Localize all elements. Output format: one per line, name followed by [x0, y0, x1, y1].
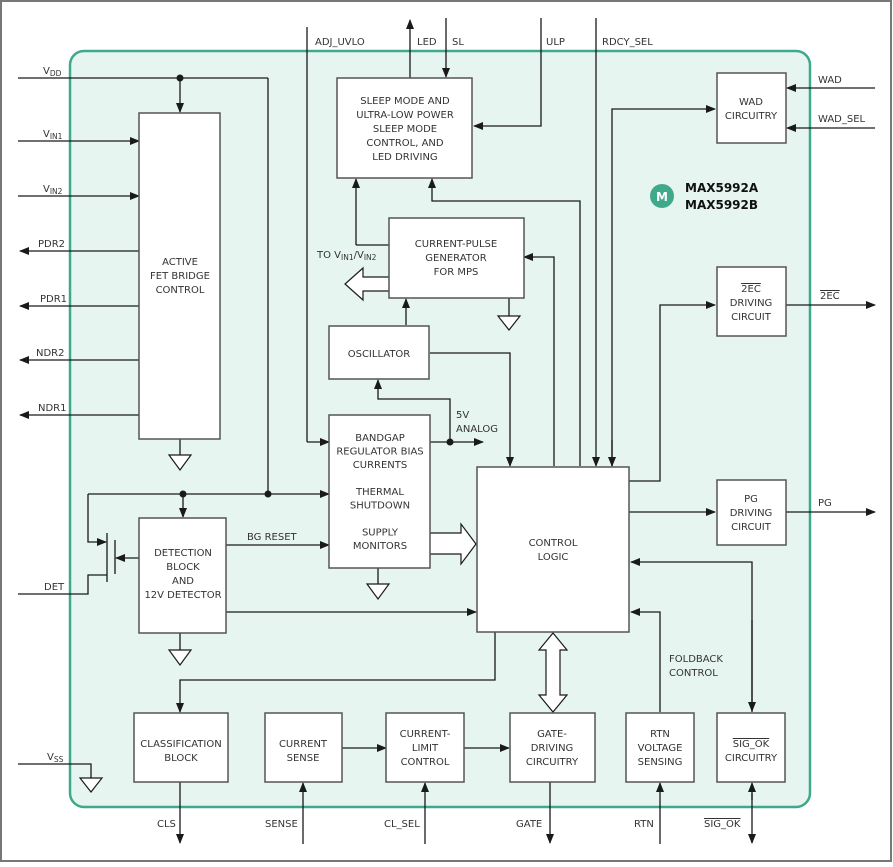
wad-label-line: WAD — [739, 97, 763, 108]
pg-driving-label-line: PG — [744, 494, 758, 505]
sleep-label-line: SLEEP MODE — [373, 124, 437, 135]
pdr2-label: PDR2 — [38, 239, 65, 250]
current-pulse-label-line: FOR MPS — [434, 267, 479, 278]
adj-uvlo-label: ADJ_UVLO — [315, 37, 365, 48]
sleep-label-line: LED DRIVING — [372, 152, 437, 163]
ec-driving-label-line: 2EC — [741, 284, 761, 295]
bandgap-label-line: REGULATOR BIAS — [336, 447, 423, 458]
detection-label-line: BLOCK — [166, 562, 200, 573]
bandgap-label-line: SUPPLY — [362, 528, 399, 539]
diagram-canvas: ACTIVE FET BRIDGE CONTROL SLEEP MODE AND ULT… — [0, 0, 892, 862]
current-pulse-label-line: CURRENT-PULSE — [415, 239, 497, 250]
5v-analog-label-2: ANALOG — [456, 424, 498, 435]
wad-sel-label: WAD_SEL — [818, 114, 866, 125]
bandgap-label-line: MONITORS — [353, 541, 407, 552]
5v-junction — [446, 438, 454, 446]
foldback-label-2: CONTROL — [669, 668, 718, 679]
detection-label-line: 12V DETECTOR — [144, 590, 221, 601]
classification-label-line: BLOCK — [164, 753, 198, 764]
gate-label: GATE — [516, 819, 542, 830]
control-logic-label-line: CONTROL — [529, 538, 578, 549]
ndr2-label: NDR2 — [36, 348, 65, 359]
classification-label-line: CLASSIFICATION — [140, 739, 221, 750]
ec-driving-label-line: CIRCUIT — [731, 312, 772, 323]
ec-driving-label-line: DRIVING — [730, 298, 773, 309]
current-sense-label-line: CURRENT — [279, 739, 328, 750]
bg-reset-label: BG RESET — [247, 532, 298, 543]
part-number-b: MAX5992B — [685, 198, 758, 212]
sleep-label-line: SLEEP MODE AND — [360, 96, 450, 107]
bandgap-label-line: BANDGAP — [355, 433, 405, 444]
led-label: LED — [417, 37, 437, 48]
active-fet-label-line: ACTIVE — [162, 257, 198, 268]
sig-ok-label-line: CIRCUITRY — [725, 753, 778, 764]
sl-label: SL — [452, 37, 464, 48]
bandgap-label-line: CURRENTS — [353, 460, 407, 471]
pg-driving-label-line: DRIVING — [730, 508, 773, 519]
oscillator-label-line: OSCILLATOR — [348, 349, 411, 360]
current-sense-label-line: SENSE — [287, 753, 320, 764]
rtn-sensing-label-line: RTN — [650, 729, 670, 740]
5v-analog-label: 5V — [456, 410, 469, 421]
gate-driving-label-line: GATE- — [537, 729, 567, 740]
rtn-sensing-label-line: SENSING — [638, 757, 683, 768]
foldback-label: FOLDBACK — [669, 654, 723, 665]
ulp-label: ULP — [546, 37, 565, 48]
current-limit-label-line: CURRENT- — [400, 729, 451, 740]
pdr1-label: PDR1 — [40, 294, 67, 305]
control-logic-label-line: LOGIC — [538, 552, 569, 563]
wad-block — [716, 72, 787, 144]
cl-sel-label: CL_SEL — [384, 819, 420, 830]
sig-ok-label-line: SIG_OK — [733, 739, 770, 750]
active-fet-label-line: FET BRIDGE — [150, 271, 210, 282]
wad-label: WAD — [818, 75, 842, 86]
rtn-sensing-label-line: VOLTAGE — [638, 743, 683, 754]
det-label: DET — [44, 582, 65, 593]
vdd-junction — [176, 74, 184, 82]
pg-label: PG — [818, 498, 832, 509]
detection-label-line: AND — [172, 576, 194, 587]
gate-driving-label-line: CIRCUITRY — [526, 757, 579, 768]
bus-junction-2 — [264, 490, 272, 498]
sleep-label-line: CONTROL, AND — [366, 138, 444, 149]
active-fet-label-line: CONTROL — [156, 285, 205, 296]
control-logic-block — [476, 466, 630, 633]
part-number-a: MAX5992A — [685, 181, 759, 195]
rdcy-sel-label: RDCY_SEL — [602, 37, 653, 48]
detection-label-line: DETECTION — [154, 548, 212, 559]
sig-ok-label: SIG_OK — [704, 819, 741, 830]
bandgap-label-line: THERMAL — [355, 487, 404, 498]
current-limit-label-line: LIMIT — [412, 743, 439, 754]
logo-glyph: M — [656, 190, 668, 204]
sense-label: SENSE — [265, 819, 298, 830]
cls-label: CLS — [157, 819, 176, 830]
ndr1-label: NDR1 — [38, 403, 67, 414]
bus-junction-1 — [179, 490, 187, 498]
2ec-label: 2EC — [820, 291, 840, 302]
block-diagram: ACTIVE FET BRIDGE CONTROL SLEEP MODE AND ULT… — [0, 0, 893, 863]
pg-driving-label-line: CIRCUIT — [731, 522, 772, 533]
bandgap-label-line: SHUTDOWN — [350, 501, 410, 512]
sleep-label-line: ULTRA-LOW POWER — [356, 110, 454, 121]
rtn-label: RTN — [634, 819, 654, 830]
wad-label-line: CIRCUITRY — [725, 111, 778, 122]
current-limit-label-line: CONTROL — [401, 757, 450, 768]
current-pulse-label-line: GENERATOR — [425, 253, 486, 264]
gate-driving-label-line: DRIVING — [531, 743, 574, 754]
